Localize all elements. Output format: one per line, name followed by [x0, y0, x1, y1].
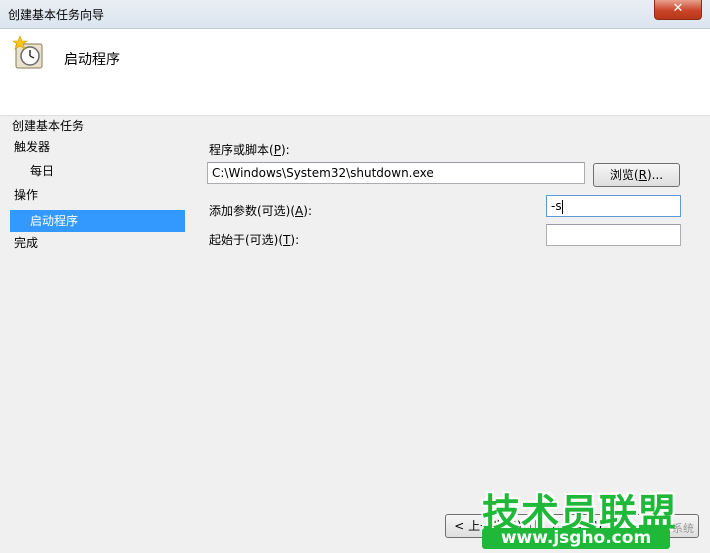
arguments-input[interactable]: -s	[546, 195, 681, 217]
nav-item-label: 完成	[14, 236, 39, 250]
arguments-label: 添加参数(可选)(A):	[209, 204, 312, 218]
nav-item-finish[interactable]: 完成	[10, 232, 185, 254]
nav-item-label: 触发器	[14, 140, 51, 154]
nav-section-title: 创建基本任务	[12, 119, 85, 133]
task-wizard-window: 创建基本任务向导 ✕ 启动程序 创建基本任务 触发器 每日 操作 启动程序 完成…	[0, 0, 710, 553]
nav-item-label: 启动程序	[30, 214, 79, 228]
browse-button[interactable]: 浏览(R)...	[593, 163, 680, 187]
program-input[interactable]: C:\Windows\System32\shutdown.exe	[207, 162, 585, 184]
start-in-input[interactable]	[546, 224, 681, 246]
page-title: 启动程序	[64, 52, 120, 68]
nav-item-trigger[interactable]: 触发器	[10, 136, 185, 158]
program-value: C:\Windows\System32\shutdown.exe	[212, 166, 434, 180]
nav-item-start-program[interactable]: 启动程序	[10, 210, 185, 232]
watermark-url: www.jsgho.com	[482, 528, 670, 549]
close-button[interactable]: ✕	[654, 0, 702, 20]
nav-item-label: 每日	[30, 164, 55, 178]
nav-item-label: 操作	[14, 188, 39, 202]
window-title: 创建基本任务向导	[8, 8, 105, 22]
wizard-header: 启动程序	[0, 29, 710, 116]
program-label: 程序或脚本(P):	[209, 143, 290, 157]
start-in-label: 起始于(可选)(T):	[209, 233, 300, 247]
title-bar[interactable]: 创建基本任务向导 ✕	[0, 0, 710, 29]
arguments-value: -s	[551, 199, 562, 213]
nav-item-daily[interactable]: 每日	[10, 160, 185, 182]
text-caret	[561, 199, 563, 214]
nav-item-action[interactable]: 操作	[10, 184, 185, 206]
task-clock-icon	[12, 35, 43, 69]
watermark-small: 系统	[672, 522, 694, 535]
